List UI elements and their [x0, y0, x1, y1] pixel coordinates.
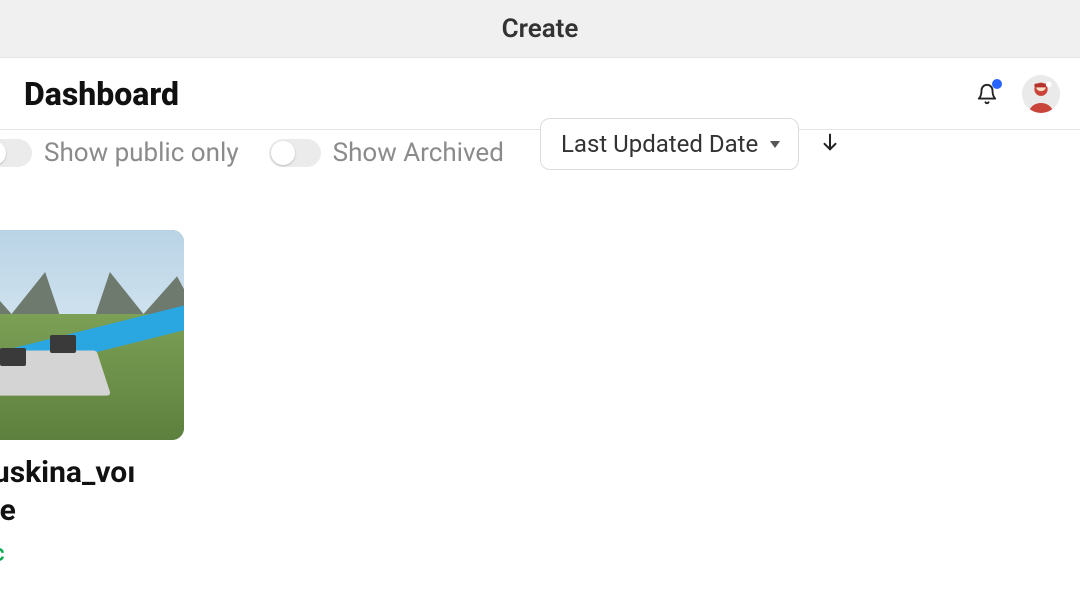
- experience-title: abuskina_voı lace: [0, 454, 184, 529]
- top-tab-bar: Create: [0, 0, 1080, 58]
- toggle-label-public-only: Show public only: [44, 140, 239, 166]
- filter-show-public-only: Show public only: [0, 139, 239, 167]
- filter-toggles: Show public only Show Archived: [0, 139, 504, 167]
- experience-status-badge: ıblic: [0, 539, 184, 567]
- arrow-down-icon: [819, 131, 841, 157]
- toggle-knob-icon: [271, 141, 295, 165]
- tab-create[interactable]: Create: [502, 14, 579, 44]
- notification-dot: [992, 79, 1002, 89]
- toggle-show-public-only[interactable]: [0, 139, 32, 167]
- filter-show-archived: Show Archived: [269, 139, 504, 167]
- experience-card[interactable]: abuskina_voı lace ıblic: [0, 230, 184, 567]
- toggle-label-archived: Show Archived: [333, 140, 504, 166]
- experiences-grid: abuskina_voı lace ıblic: [0, 180, 1080, 567]
- sort-group: Last Updated Date: [540, 118, 843, 170]
- chevron-down-icon: [770, 141, 780, 148]
- sort-select-label: Last Updated Date: [561, 130, 758, 158]
- filters-row: Show public only Show Archived Last Upda…: [0, 126, 1080, 180]
- toggle-show-archived[interactable]: [269, 139, 321, 167]
- experience-thumbnail: [0, 230, 184, 440]
- toggle-knob-icon: [0, 141, 6, 165]
- sort-direction-button[interactable]: [817, 131, 843, 157]
- avatar[interactable]: [1022, 75, 1060, 113]
- sort-select[interactable]: Last Updated Date: [540, 118, 799, 170]
- header-actions: [974, 75, 1060, 113]
- notifications-button[interactable]: [974, 81, 1000, 107]
- page-title: Dashboard: [24, 75, 179, 113]
